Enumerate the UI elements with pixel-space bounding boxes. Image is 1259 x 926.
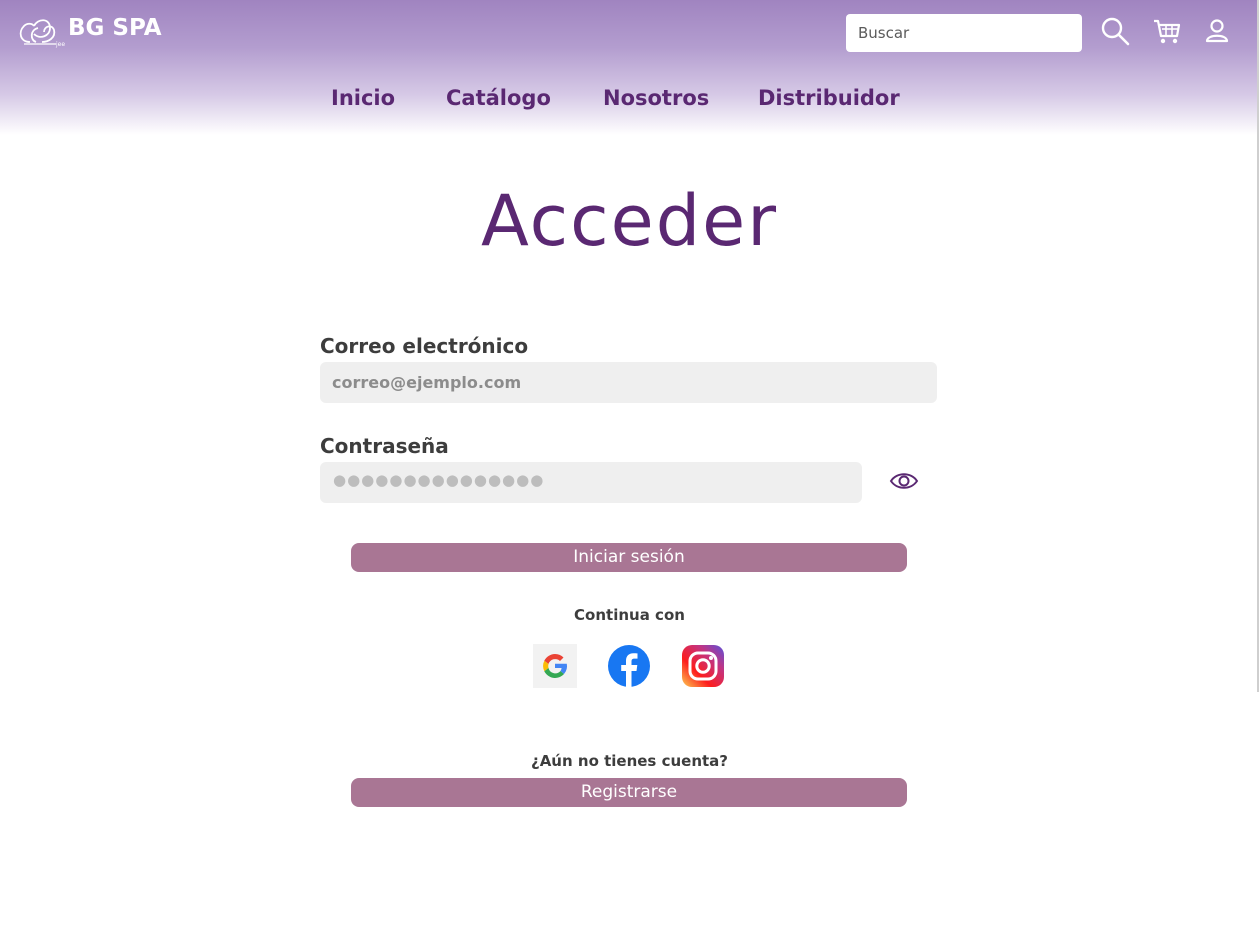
register-button[interactable]: Registrarse [351,778,907,807]
login-button[interactable]: Iniciar sesión [351,543,907,572]
facebook-icon[interactable] [607,644,651,688]
password-placeholder: ●●●●●●●●●●●●●●● [333,471,545,489]
email-label: Correo electrónico [320,334,529,358]
search-icon[interactable] [1100,16,1130,46]
cart-icon[interactable] [1152,16,1182,46]
continue-with-label: Continua con [574,606,685,624]
instagram-icon[interactable] [681,644,725,688]
search-input[interactable] [846,14,1082,52]
logo-icon: jee [19,19,65,48]
eye-icon[interactable] [889,467,919,495]
no-account-label: ¿Aún no tienes cuenta? [531,752,728,770]
nav-item-nosotros[interactable]: Nosotros [603,86,709,110]
email-field[interactable] [320,362,937,403]
brand-logo[interactable]: jee BG SPA [16,12,162,52]
svg-text:jee: jee [55,41,65,48]
page-title: Acceder [481,180,778,262]
google-icon[interactable] [533,644,577,688]
brand-name: BG SPA [68,15,162,41]
nav-item-distribuidor[interactable]: Distribuidor [758,86,900,110]
header: jee BG SPA Inicio Catálogo Nosotros Dist… [0,0,1259,135]
password-label: Contraseña [320,434,449,458]
nav-item-inicio[interactable]: Inicio [331,86,395,110]
nav-item-catalogo[interactable]: Catálogo [446,86,551,110]
user-icon[interactable] [1204,18,1230,44]
main-nav: Inicio Catálogo Nosotros Distribuidor [0,86,1259,116]
